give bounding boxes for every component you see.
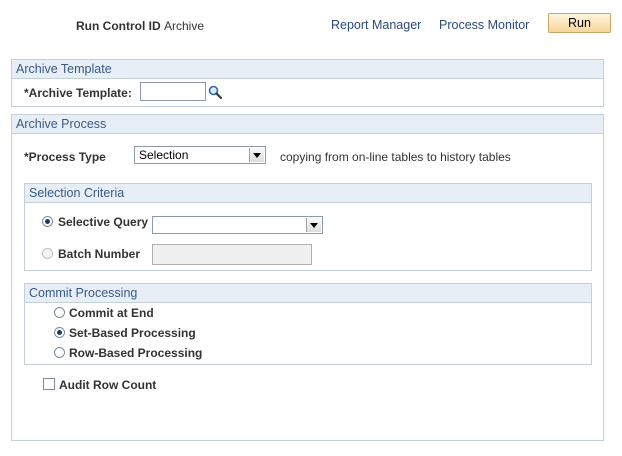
batch-number-radio[interactable] — [42, 248, 53, 259]
audit-row-count-label: Audit Row Count — [59, 378, 157, 392]
run-control-id-label: Run Control ID — [76, 19, 161, 33]
chevron-down-icon[interactable] — [306, 218, 321, 232]
lookup-search-icon[interactable] — [208, 85, 223, 100]
archive-template-label: *Archive Template: — [24, 86, 132, 100]
selective-query-select[interactable] — [152, 216, 323, 234]
report-manager-link[interactable]: Report Manager — [331, 18, 421, 32]
row-based-processing-label: Row-Based Processing — [69, 346, 203, 360]
archive-template-input[interactable] — [140, 82, 206, 101]
selective-query-label: Selective Query — [58, 215, 149, 229]
selective-query-radio[interactable] — [42, 216, 53, 227]
run-control-id-value: Archive — [164, 19, 205, 33]
selection-criteria-header: Selection Criteria — [25, 184, 591, 203]
commit-processing-header: Commit Processing — [25, 284, 591, 303]
set-based-processing-label: Set-Based Processing — [69, 326, 196, 340]
archive-template-header: Archive Template — [12, 60, 603, 79]
process-type-description: copying from on-line tables to history t… — [280, 150, 511, 164]
row-based-processing-radio[interactable] — [54, 347, 65, 358]
batch-number-input[interactable] — [152, 244, 312, 265]
process-monitor-link[interactable]: Process Monitor — [439, 18, 529, 32]
run-button[interactable]: Run — [548, 13, 611, 33]
archive-process-header: Archive Process — [12, 115, 603, 134]
process-type-select[interactable]: Selection — [134, 146, 266, 164]
audit-row-count-checkbox[interactable] — [43, 378, 55, 390]
chevron-down-icon[interactable] — [249, 148, 264, 162]
batch-number-label: Batch Number — [58, 247, 141, 261]
process-type-value: Selection — [139, 148, 189, 162]
set-based-processing-radio[interactable] — [54, 327, 65, 338]
commit-at-end-radio[interactable] — [54, 307, 65, 318]
commit-at-end-label: Commit at End — [69, 306, 154, 320]
process-type-label: *Process Type — [24, 150, 106, 164]
